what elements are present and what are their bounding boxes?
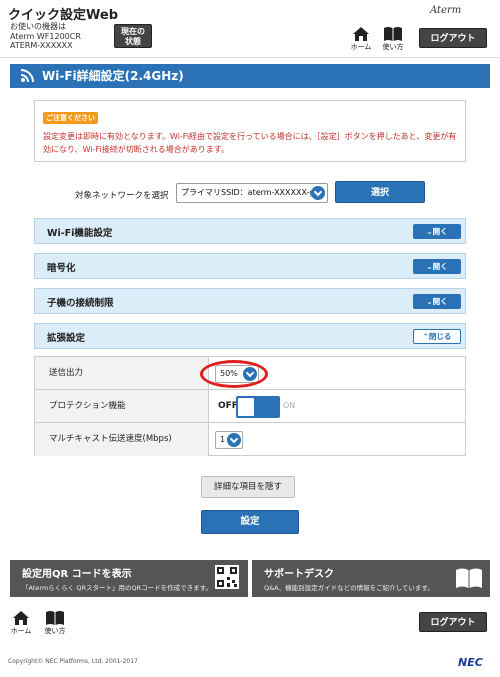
manual-label: 使い方 bbox=[44, 627, 66, 635]
multicast-select[interactable]: 1 bbox=[215, 431, 243, 449]
notice-text: 設定変更は即時に有効となります。Wi-Fi経由で設定を行っている場合には、［設定… bbox=[43, 132, 457, 154]
collapse-label: 閉じる bbox=[428, 332, 452, 341]
protection-label: プロテクション機能 bbox=[35, 390, 209, 422]
footer-manual-button[interactable]: 使い方 bbox=[40, 610, 70, 636]
multicast-label: マルチキャスト伝送速度(Mbps) bbox=[35, 423, 209, 456]
apply-button[interactable]: 設定 bbox=[201, 510, 299, 534]
expand-button[interactable]: ⌄開く bbox=[413, 224, 461, 239]
select-button[interactable]: 選択 bbox=[335, 181, 425, 203]
status-btn-line2: 状態 bbox=[125, 37, 141, 46]
expand-button[interactable]: ⌄開く bbox=[413, 294, 461, 309]
network-select-value: プライマリSSID：aterm-XXXXXX-g bbox=[181, 188, 315, 197]
accordion-label: 暗号化 bbox=[47, 263, 76, 274]
footer-logout-button[interactable]: ログアウト bbox=[419, 612, 487, 632]
chevron-down-icon bbox=[311, 186, 325, 200]
highlight-ellipse bbox=[200, 360, 268, 388]
qr-panel-subtitle: 「Atermらくらく QRスタート」用のQRコードを作成できます。 bbox=[22, 584, 212, 592]
network-select-label: 対象ネットワークを選択 bbox=[75, 191, 169, 201]
qr-panel-title: 設定用QR コードを表示 bbox=[22, 569, 132, 580]
network-select[interactable]: プライマリSSID：aterm-XXXXXX-g bbox=[176, 183, 328, 203]
aterm-logo: Aterm bbox=[430, 5, 462, 16]
accordion-client-restriction[interactable]: 子機の接続制限 ⌄開く bbox=[34, 288, 466, 314]
support-desk-panel[interactable]: サポートデスク Q&A、機能別設定ガイドなどの情報をご紹介しています。 bbox=[252, 560, 490, 597]
tx-power-label: 送信出力 bbox=[35, 357, 209, 389]
wifi-icon bbox=[20, 69, 34, 83]
expand-button[interactable]: ⌄開く bbox=[413, 259, 461, 274]
expand-label: 開く bbox=[432, 227, 448, 236]
accordion-label: 拡張設定 bbox=[47, 333, 86, 344]
status-btn-line1: 現在の bbox=[121, 27, 145, 36]
expand-label: 開く bbox=[432, 262, 448, 271]
accordion-encryption[interactable]: 暗号化 ⌄開く bbox=[34, 253, 466, 279]
footer-nav: ホーム 使い方 ログアウト bbox=[0, 610, 500, 644]
accordion-label: 子機の接続制限 bbox=[47, 298, 114, 309]
home-icon bbox=[353, 27, 369, 41]
hide-details-button[interactable]: 詳細な項目を隠す bbox=[201, 476, 295, 498]
device-info: お使いの機器は Aterm WF1200CR ATERM-XXXXXX bbox=[10, 22, 81, 51]
toggle-off-label: OFF bbox=[218, 401, 238, 411]
qr-code-panel[interactable]: 設定用QR コードを表示 「Atermらくらく QRスタート」用のQRコードを作… bbox=[10, 560, 248, 597]
current-status-button[interactable]: 現在の 状態 bbox=[114, 24, 152, 48]
multicast-value: 1 bbox=[220, 435, 226, 444]
toggle-on-label: ON bbox=[283, 401, 296, 410]
app-title: クイック設定Web bbox=[8, 8, 118, 23]
header: クイック設定Web お使いの機器は Aterm WF1200CR ATERM-X… bbox=[0, 0, 500, 58]
toggle-knob[interactable] bbox=[238, 398, 254, 416]
table-row: マルチキャスト伝送速度(Mbps) 1 bbox=[35, 423, 465, 456]
manual-label: 使い方 bbox=[382, 43, 404, 51]
section-title: Wi-Fi詳細設定(2.4GHz) bbox=[42, 69, 184, 83]
logout-button[interactable]: ログアウト bbox=[419, 28, 487, 48]
manual-button[interactable]: 使い方 bbox=[378, 26, 408, 52]
expand-label: 開く bbox=[432, 297, 448, 306]
notice-badge: ご注意ください bbox=[43, 112, 98, 124]
protection-toggle[interactable] bbox=[236, 396, 280, 418]
collapse-button[interactable]: ⌃閉じる bbox=[413, 329, 461, 344]
section-title-bar: Wi-Fi詳細設定(2.4GHz) bbox=[10, 64, 490, 88]
book-icon bbox=[46, 611, 64, 625]
nec-logo: NEC bbox=[458, 656, 483, 669]
copyright: Copyright© NEC Platforms, Ltd. 2001-2017 bbox=[8, 658, 138, 665]
home-label: ホーム bbox=[10, 627, 32, 635]
home-icon bbox=[13, 611, 29, 625]
support-panel-subtitle: Q&A、機能別設定ガイドなどの情報をご紹介しています。 bbox=[264, 584, 434, 592]
accordion-label: Wi-Fi機能設定 bbox=[47, 228, 113, 239]
book-icon bbox=[456, 568, 482, 588]
support-panel-title: サポートデスク bbox=[264, 569, 334, 580]
home-label: ホーム bbox=[350, 43, 372, 51]
accordion-extended-settings[interactable]: 拡張設定 ⌃閉じる bbox=[34, 323, 466, 349]
footer-home-button[interactable]: ホーム bbox=[6, 610, 36, 636]
home-button[interactable]: ホーム bbox=[346, 26, 376, 52]
device-line: お使いの機器は bbox=[10, 22, 66, 31]
book-icon bbox=[384, 27, 402, 41]
notice-box: ご注意ください 設定変更は即時に有効となります。Wi-Fi経由で設定を行っている… bbox=[34, 100, 466, 162]
device-model: Aterm WF1200CR bbox=[10, 31, 81, 41]
chevron-down-icon bbox=[227, 433, 241, 447]
qr-code-icon bbox=[215, 565, 239, 589]
accordion-wifi-function[interactable]: Wi-Fi機能設定 ⌄開く bbox=[34, 218, 466, 244]
device-id: ATERM-XXXXXX bbox=[10, 41, 73, 50]
